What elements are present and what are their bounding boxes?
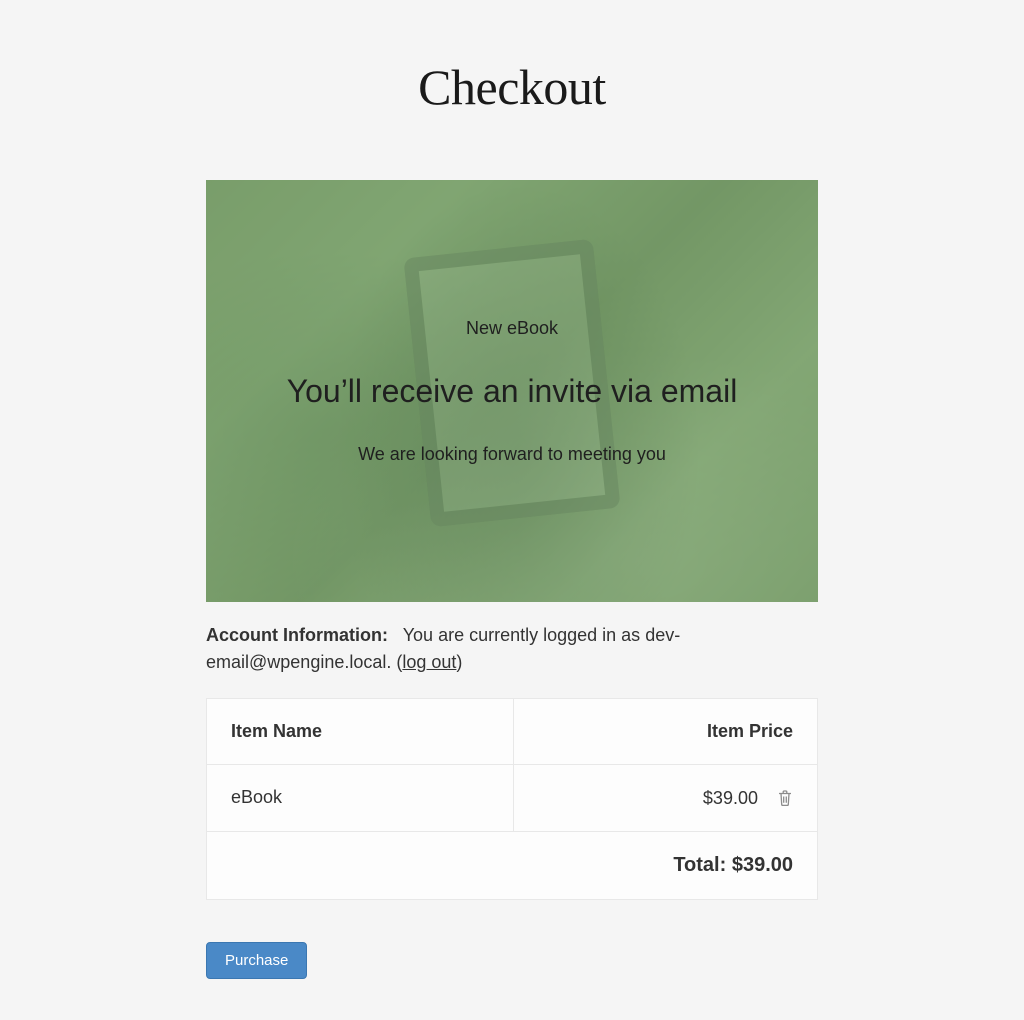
account-info-text-suffix1: . ( [386, 652, 402, 672]
hero-banner: New eBook You’ll receive an invite via e… [206, 180, 818, 602]
page-title: Checkout [206, 58, 818, 116]
cart-total-value: $39.00 [732, 854, 793, 876]
hero-subtext: We are looking forward to meeting you [287, 444, 738, 465]
trash-icon[interactable] [777, 789, 793, 807]
account-info-label: Account Information: [206, 625, 388, 645]
cart-total-row: Total: $39.00 [207, 831, 818, 899]
cart-header-name: Item Name [207, 699, 514, 765]
cart-item-name: eBook [207, 765, 514, 832]
account-info-text-suffix2: ) [456, 652, 462, 672]
cart-item-price: $39.00 [703, 788, 758, 809]
logout-link[interactable]: log out [402, 652, 456, 672]
purchase-button[interactable]: Purchase [206, 942, 307, 979]
cart-header-row: Item Name Item Price [207, 699, 818, 765]
cart-item-row: eBook $39.00 [207, 765, 818, 832]
cart-total-label: Total: [673, 854, 732, 876]
cart-table: Item Name Item Price eBook $39.00 [206, 698, 818, 900]
cart-header-price: Item Price [513, 699, 817, 765]
account-info-text-prefix: You are currently logged in as [403, 625, 646, 645]
hero-eyebrow: New eBook [287, 318, 738, 339]
hero-headline: You’ll receive an invite via email [287, 373, 738, 410]
account-info: Account Information: You are currently l… [206, 622, 818, 676]
